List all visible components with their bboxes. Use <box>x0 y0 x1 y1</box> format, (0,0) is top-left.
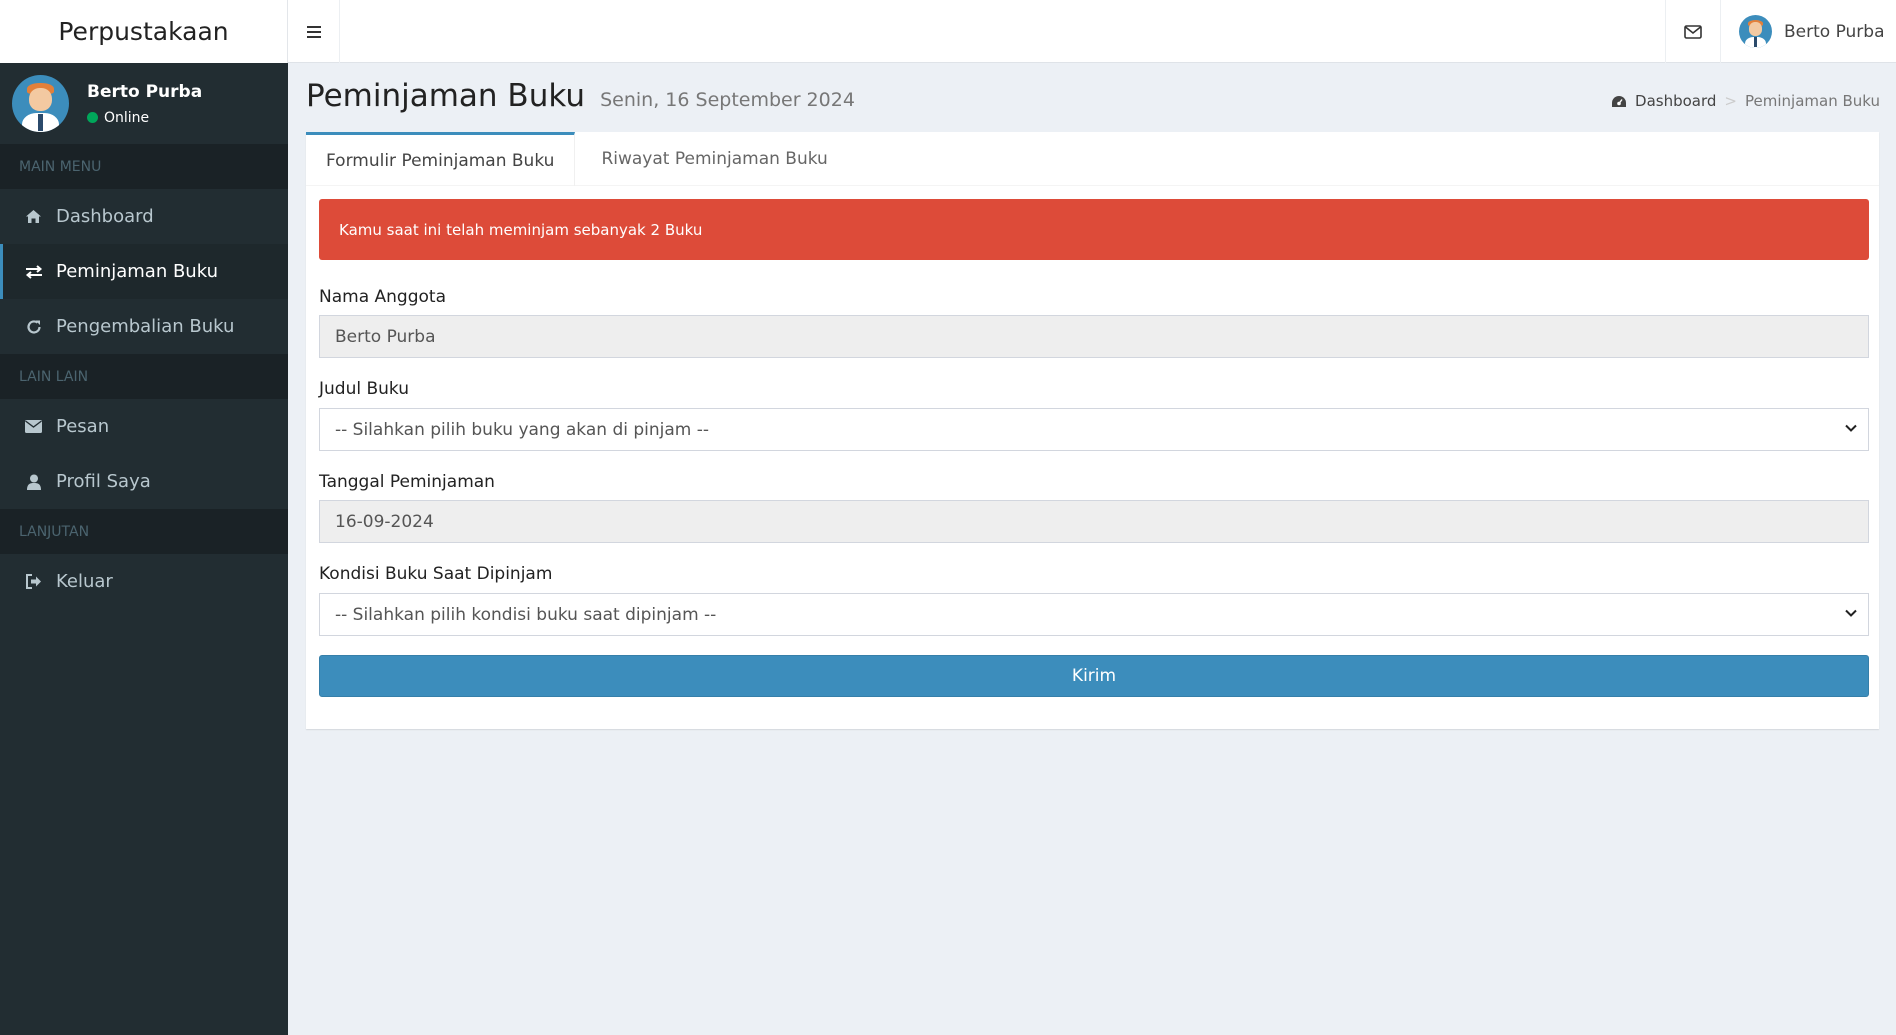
sidebar-item-label: Dashboard <box>56 206 154 227</box>
avatar <box>12 75 69 132</box>
sidebar-item-label: Peminjaman Buku <box>56 261 218 282</box>
sidebar-item-pesan[interactable]: Pesan <box>0 399 288 454</box>
tab-formulir[interactable]: Formulir Peminjaman Buku <box>306 132 576 186</box>
refresh-icon <box>24 318 43 336</box>
app-logo[interactable]: Perpustakaan <box>0 0 288 63</box>
judul-buku-selected: -- Silahkan pilih buku yang akan di pinj… <box>335 419 710 440</box>
sidebar-item-label: Pesan <box>56 416 110 437</box>
content-header: Peminjaman Buku Senin, 16 September 2024… <box>306 78 1880 118</box>
breadcrumb: Dashboard > Peminjaman Buku <box>1611 92 1880 110</box>
sidebar-item-label: Pengembalian Buku <box>56 316 235 337</box>
sidebar-toggle-button[interactable] <box>288 0 340 63</box>
tanggal-peminjaman-field[interactable]: 16-09-2024 <box>319 500 1869 543</box>
loan-count-alert: Kamu saat ini telah meminjam sebanyak 2 … <box>319 199 1869 260</box>
status-text: Online <box>104 109 150 126</box>
sidebar: Berto Purba Online MAIN MENU Dashboard P… <box>0 63 288 1035</box>
exchange-icon <box>24 263 43 281</box>
user-icon <box>24 473 43 491</box>
breadcrumb-separator: > <box>1724 92 1737 110</box>
sidebar-item-pengembalian[interactable]: Pengembalian Buku <box>0 299 288 354</box>
menu-header-lanjutan: LANJUTAN <box>0 509 288 554</box>
sign-out-icon <box>24 573 43 591</box>
sidebar-item-peminjaman[interactable]: Peminjaman Buku <box>0 244 288 299</box>
messages-button[interactable] <box>1665 0 1721 63</box>
tanggal-peminjaman-label: Tanggal Peminjaman <box>319 472 495 492</box>
submit-button[interactable]: Kirim <box>319 655 1869 697</box>
tab-riwayat[interactable]: Riwayat Peminjaman Buku <box>575 132 847 186</box>
chevron-down-icon <box>1845 424 1857 432</box>
menu-header-lain: LAIN LAIN <box>0 354 288 399</box>
sidebar-item-keluar[interactable]: Keluar <box>0 554 288 609</box>
bars-icon <box>306 23 321 41</box>
home-icon <box>24 208 43 226</box>
judul-buku-label: Judul Buku <box>319 379 410 399</box>
envelope-icon <box>1684 24 1702 39</box>
avatar <box>1739 15 1772 48</box>
sidebar-item-label: Profil Saya <box>56 471 151 492</box>
kondisi-buku-label: Kondisi Buku Saat Dipinjam <box>319 564 553 584</box>
kondisi-buku-selected: -- Silahkan pilih kondisi buku saat dipi… <box>335 604 717 625</box>
top-navbar: Berto Purba <box>288 0 1896 63</box>
tab-bar: Formulir Peminjaman Buku Riwayat Peminja… <box>306 132 1879 186</box>
nama-anggota-field[interactable]: Berto Purba <box>319 315 1869 358</box>
kondisi-buku-select[interactable]: -- Silahkan pilih kondisi buku saat dipi… <box>319 593 1869 636</box>
page-title: Peminjaman Buku <box>306 78 585 114</box>
loan-box: Formulir Peminjaman Buku Riwayat Peminja… <box>306 132 1879 729</box>
judul-buku-select[interactable]: -- Silahkan pilih buku yang akan di pinj… <box>319 408 1869 451</box>
breadcrumb-current: Peminjaman Buku <box>1745 92 1880 110</box>
user-menu-name: Berto Purba <box>1784 21 1885 42</box>
nama-anggota-label: Nama Anggota <box>319 287 446 307</box>
chevron-down-icon <box>1845 609 1857 617</box>
page-date: Senin, 16 September 2024 <box>600 89 855 111</box>
sidebar-item-dashboard[interactable]: Dashboard <box>0 189 288 244</box>
sidebar-item-profil[interactable]: Profil Saya <box>0 454 288 509</box>
user-panel: Berto Purba Online <box>0 63 288 144</box>
breadcrumb-home-link[interactable]: Dashboard <box>1635 92 1716 110</box>
online-status: Online <box>87 110 202 126</box>
dashboard-icon <box>1612 95 1627 107</box>
sidebar-item-label: Keluar <box>56 571 113 592</box>
envelope-icon <box>24 418 43 436</box>
user-menu[interactable]: Berto Purba <box>1721 0 1896 63</box>
status-dot-icon <box>87 112 98 123</box>
menu-header-main: MAIN MENU <box>0 144 288 189</box>
sidebar-user-name: Berto Purba <box>87 81 203 102</box>
